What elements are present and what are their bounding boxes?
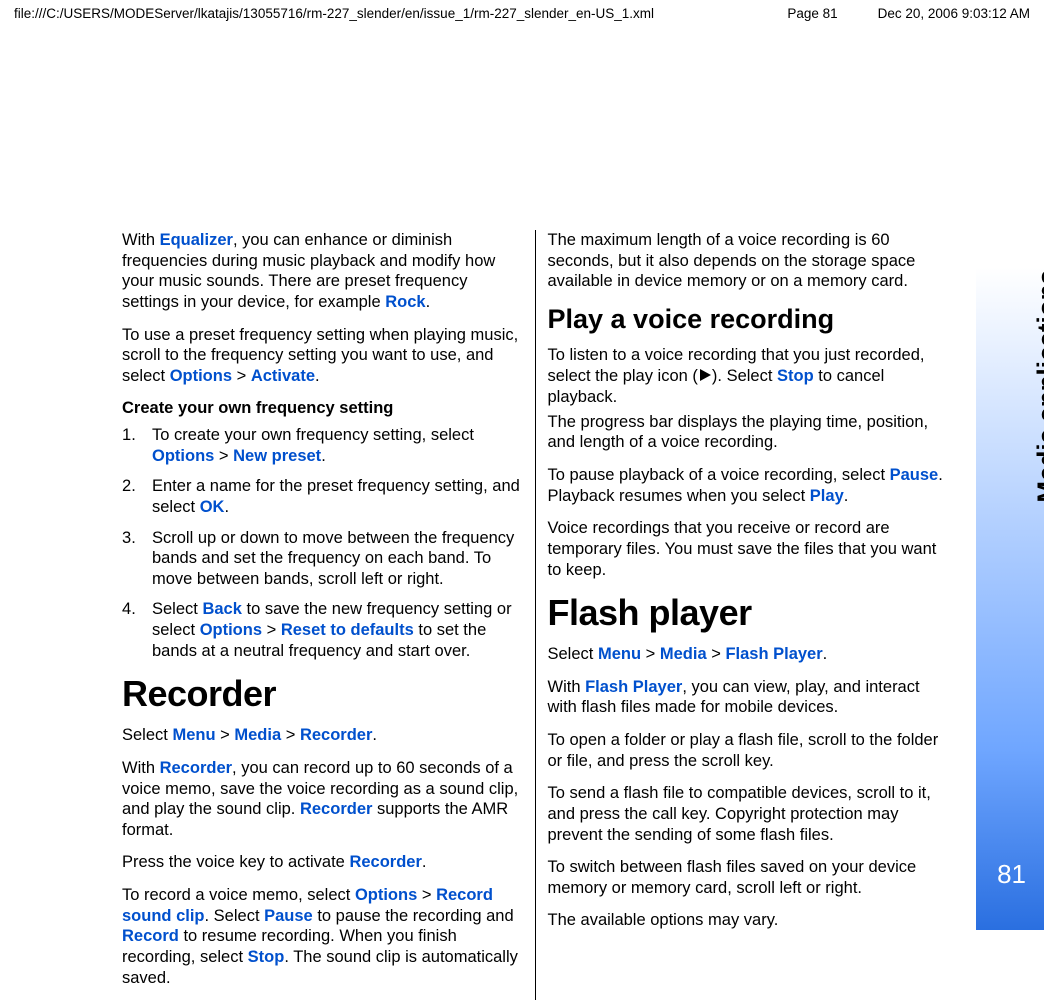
column-right: The maximum length of a voice recording … [536, 230, 961, 1000]
menu-link: Menu [172, 726, 215, 744]
recorder-record: To record a voice memo, select Options >… [122, 885, 523, 988]
equalizer-use-preset: To use a preset frequency setting when p… [122, 325, 523, 387]
recorder-link: Recorder [300, 726, 372, 744]
sidebar-tab: Media applications 81 [976, 210, 1044, 930]
recorder-heading: Recorder [122, 673, 523, 715]
column-left: With Equalizer, you can enhance or dimin… [110, 230, 535, 1000]
flash-options-vary: The available options may vary. [548, 910, 949, 931]
media-link: Media [234, 726, 281, 744]
pause-link: Pause [890, 466, 939, 484]
options-link: Options [355, 886, 417, 904]
flash-player-heading: Flash player [548, 592, 949, 634]
step-4: Select Back to save the new frequency se… [122, 599, 523, 661]
play-icon [698, 367, 712, 388]
stop-link: Stop [248, 948, 285, 966]
header-date: Dec 20, 2006 9:03:12 AM [878, 6, 1030, 21]
menu-link: Menu [598, 645, 641, 663]
recorder-voicekey: Press the voice key to activate Recorder… [122, 852, 523, 873]
page-body: Media applications 81 With Equalizer, yo… [0, 40, 1044, 940]
frequency-steps: To create your own frequency setting, se… [122, 425, 523, 661]
pause-link: Pause [264, 907, 313, 925]
recorder-about: With Recorder, you can record up to 60 s… [122, 758, 523, 841]
new-preset-link: New preset [233, 447, 321, 465]
record-link: Record [122, 927, 179, 945]
options-link: Options [200, 621, 262, 639]
options-link: Options [170, 367, 232, 385]
flash-about: With Flash Player, you can view, play, a… [548, 677, 949, 718]
equalizer-link: Equalizer [160, 231, 233, 249]
file-path: file:///C:/USERS/MODEServer/lkatajis/130… [14, 6, 654, 21]
flash-player-link: Flash Player [725, 645, 822, 663]
media-link: Media [660, 645, 707, 663]
create-frequency-heading: Create your own frequency setting [122, 398, 523, 419]
recorder-link: Recorder [349, 853, 421, 871]
header-bar: file:///C:/USERS/MODEServer/lkatajis/130… [0, 6, 1044, 21]
play-temp: Voice recordings that you receive or rec… [548, 518, 949, 580]
activate-link: Activate [251, 367, 315, 385]
play-link: Play [810, 487, 844, 505]
equalizer-intro: With Equalizer, you can enhance or dimin… [122, 230, 523, 313]
flash-switch: To switch between flash files saved on y… [548, 857, 949, 898]
section-label: Media applications [1032, 270, 1044, 503]
step-1: To create your own frequency setting, se… [122, 425, 523, 466]
header-page: Page 81 [787, 6, 837, 21]
play-listen: To listen to a voice recording that you … [548, 345, 949, 408]
play-progress: The progress bar displays the playing ti… [548, 412, 949, 453]
step-2: Enter a name for the preset frequency se… [122, 476, 523, 517]
recorder-link: Recorder [160, 759, 232, 777]
reset-defaults-link: Reset to defaults [281, 621, 414, 639]
page-number: 81 [997, 859, 1026, 890]
flash-player-link: Flash Player [585, 678, 682, 696]
content-columns: With Equalizer, you can enhance or dimin… [110, 230, 960, 1000]
play-recording-heading: Play a voice recording [548, 304, 949, 335]
flash-open: To open a folder or play a flash file, s… [548, 730, 949, 771]
play-pause: To pause playback of a voice recording, … [548, 465, 949, 506]
back-link: Back [202, 600, 241, 618]
recorder-link: Recorder [300, 800, 372, 818]
options-link: Options [152, 447, 214, 465]
rock-preset-link: Rock [385, 293, 425, 311]
flash-nav: Select Menu > Media > Flash Player. [548, 644, 949, 665]
stop-link: Stop [777, 367, 814, 385]
step-3: Scroll up or down to move between the fr… [122, 528, 523, 590]
flash-send: To send a flash file to compatible devic… [548, 783, 949, 845]
recorder-nav: Select Menu > Media > Recorder. [122, 725, 523, 746]
ok-link: OK [200, 498, 225, 516]
recording-maxlen: The maximum length of a voice recording … [548, 230, 949, 292]
